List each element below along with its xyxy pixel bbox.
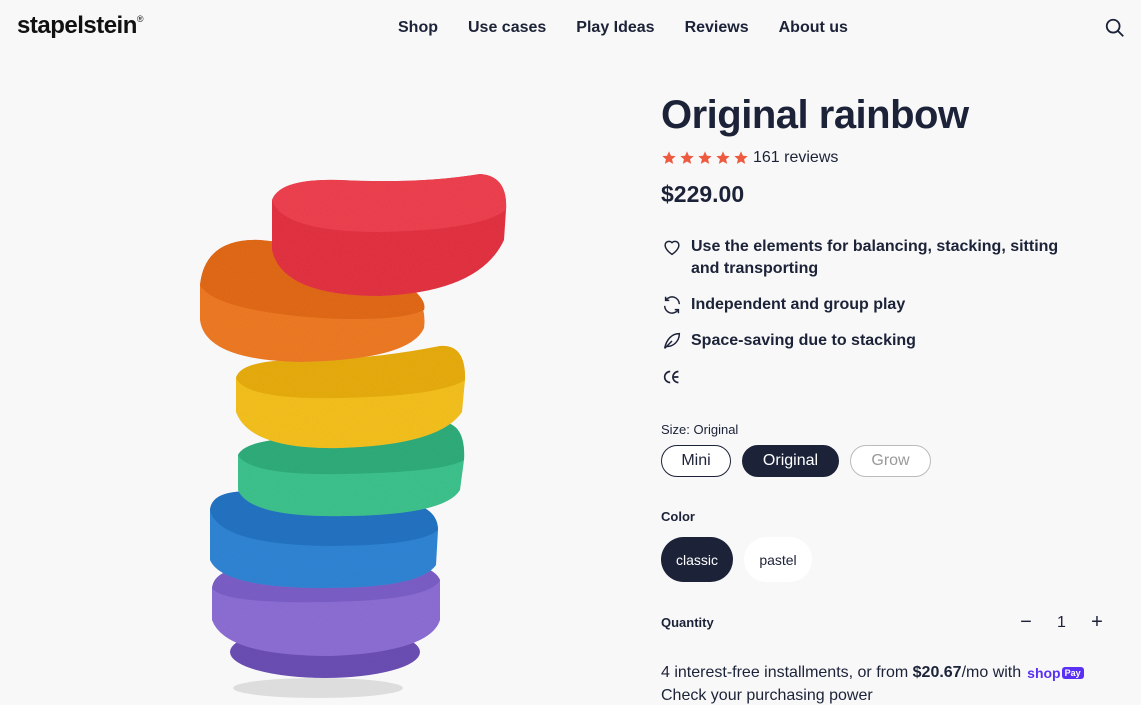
quantity-increase-button[interactable]: + [1090, 611, 1104, 634]
logo[interactable]: stapelstein® [17, 12, 144, 40]
feature-item: Use the elements for balancing, stacking… [661, 236, 1081, 280]
feature-list: Use the elements for balancing, stacking… [661, 236, 1081, 402]
quantity-decrease-button[interactable]: − [1019, 611, 1033, 634]
nav-play-ideas[interactable]: Play Ideas [576, 19, 654, 37]
nav-reviews[interactable]: Reviews [685, 19, 749, 37]
nav-about-us[interactable]: About us [779, 19, 848, 37]
size-option-grow[interactable]: Grow [850, 445, 931, 477]
search-icon[interactable] [1104, 17, 1126, 39]
size-label: Size: Original [661, 422, 739, 437]
product-price: $229.00 [661, 181, 745, 207]
product-title: Original rainbow [661, 93, 969, 137]
leaf-icon [663, 332, 681, 349]
color-option-pastel[interactable]: pastel [744, 537, 812, 582]
nav-use-cases[interactable]: Use cases [468, 19, 546, 37]
feature-item [661, 366, 1081, 388]
installments-info: 4 interest-free installments, or from $2… [661, 664, 1084, 682]
color-options: classic pastel [661, 537, 812, 582]
star-icon [734, 151, 748, 164]
check-purchasing-power-link[interactable]: Check your purchasing power [661, 687, 873, 705]
site-header: stapelstein® Shop Use cases Play Ideas R… [0, 0, 1141, 56]
installment-amount: $20.67 [912, 664, 962, 681]
product-image [200, 174, 507, 698]
quantity-value[interactable]: 1 [1057, 614, 1066, 632]
rating[interactable]: 161 reviews [661, 149, 838, 167]
color-label: Color [661, 509, 695, 524]
size-option-mini[interactable]: Mini [661, 445, 731, 477]
star-icon [716, 151, 730, 164]
star-icon [680, 151, 694, 164]
star-rating [661, 150, 749, 166]
refresh-icon [663, 296, 681, 314]
size-option-original[interactable]: Original [742, 445, 839, 477]
size-options: Mini Original Grow [661, 445, 931, 477]
main-nav: Shop Use cases Play Ideas Reviews About … [398, 19, 848, 37]
ce-mark-icon [663, 370, 679, 384]
reviews-count[interactable]: 161 reviews [753, 149, 838, 167]
color-option-classic[interactable]: classic [661, 537, 733, 582]
quantity-stepper: − 1 + [1019, 611, 1104, 634]
nav-shop[interactable]: Shop [398, 19, 438, 37]
quantity-label: Quantity [661, 615, 714, 630]
heart-icon [664, 240, 680, 256]
shop-pay-logo: shop Pay [1027, 665, 1084, 681]
feature-item: Independent and group play [661, 294, 1081, 316]
star-icon [662, 151, 676, 164]
star-icon [698, 151, 712, 164]
feature-item: Space-saving due to stacking [661, 330, 1081, 352]
